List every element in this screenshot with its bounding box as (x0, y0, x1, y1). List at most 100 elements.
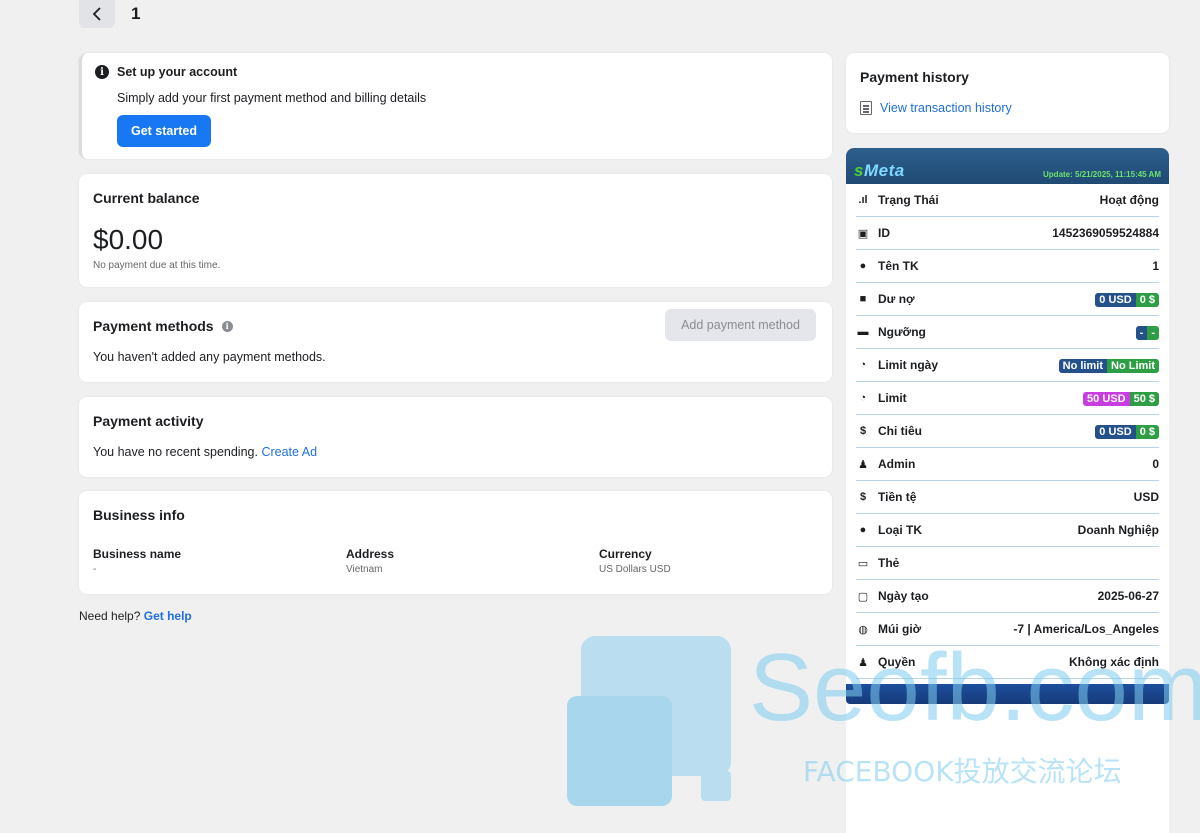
setup-header: i Set up your account (95, 65, 237, 79)
watermark-logo-shape (567, 696, 672, 806)
address-column: Address Vietnam (346, 547, 394, 575)
payment-history-card: Payment history View transaction history (846, 53, 1169, 133)
smeta-rows: .ıl Trạng Thái Hoạt động ▣ ID 145236905952488… (846, 184, 1169, 679)
activity-message: You have no recent spending. (93, 445, 258, 459)
help-text: Need help? Get help (79, 609, 192, 623)
business-title: Business info (93, 507, 185, 523)
setup-account-card: i Set up your account Simply add your fi… (79, 53, 832, 159)
smeta-row-label: ♟ Quyền (856, 655, 915, 669)
smeta-row-label: ▬ Ngưỡng (856, 325, 926, 339)
smeta-row-label: ◍ Múi giờ (856, 622, 921, 636)
currency-value: US Dollars USD (599, 564, 671, 575)
business-name-value: - (93, 564, 97, 575)
gauge-icon: ◔ (859, 359, 867, 371)
pill-right: 0 $ (1135, 292, 1159, 307)
top-bar: 1 (79, 0, 140, 28)
smeta-row: ▬ Ngưỡng - - (856, 316, 1159, 349)
smeta-row: $ Chi tiêu 0 USD 0 $ (856, 415, 1159, 448)
methods-header: Payment methods i (93, 318, 233, 334)
pill-left: 0 USD (1095, 424, 1136, 439)
user-icon: ● (859, 260, 867, 272)
smeta-row-label: ● Tên TK (856, 259, 919, 273)
wallet-icon: ■ (859, 293, 867, 305)
smeta-panel: sMeta Update: 5/21/2025, 11:15:45 AM .ıl… (846, 148, 1169, 833)
smeta-row: ◍ Múi giờ -7 | America/Los_Angeles (856, 613, 1159, 646)
back-button[interactable] (79, 0, 115, 28)
smeta-row-label: .ıl Trạng Thái (856, 193, 939, 207)
create-ad-link[interactable]: Create Ad (261, 445, 317, 459)
pill-left: No limit (1058, 358, 1107, 373)
methods-title: Payment methods (93, 318, 214, 334)
smeta-row-value: Hoạt động (1099, 193, 1159, 207)
business-name-column: Business name - (93, 547, 181, 575)
get-started-button[interactable]: Get started (117, 115, 211, 147)
balance-amount: $0.00 (93, 224, 164, 255)
smeta-label-text: Ngưỡng (878, 325, 926, 339)
bar-icon: ▬ (857, 326, 869, 338)
address-value: Vietnam (346, 564, 383, 575)
smeta-row-label: $ Tiền tệ (856, 490, 917, 504)
gauge-icon: ◔ (859, 392, 867, 404)
document-icon (860, 101, 872, 115)
watermark-logo-shape (701, 771, 731, 801)
view-transaction-history-link[interactable]: View transaction history (860, 101, 1012, 115)
smeta-row-value: 1452369059524884 (1052, 226, 1159, 240)
smeta-row-value: Không xác định (1069, 655, 1159, 669)
smeta-row-value: No limit No Limit (1058, 358, 1159, 373)
smeta-label-text: Tiền tệ (878, 490, 917, 504)
balance-title: Current balance (93, 190, 200, 206)
admin-icon: ♟ (858, 458, 868, 471)
smeta-bottom-bar (846, 684, 1169, 704)
methods-empty-text: You haven't added any payment methods. (93, 350, 326, 364)
payment-activity-card: Payment activity You have no recent spen… (79, 397, 832, 477)
add-payment-method-button[interactable]: Add payment method (665, 309, 816, 341)
smeta-label-text: Múi giờ (878, 622, 922, 636)
smeta-row: ● Tên TK 1 (856, 250, 1159, 283)
activity-title: Payment activity (93, 413, 204, 429)
smeta-label-text: Dư nợ (878, 292, 915, 306)
user-icon: ● (859, 524, 867, 536)
info-icon[interactable]: i (221, 320, 233, 332)
smeta-row-label: ▣ ID (856, 226, 890, 240)
smeta-row-label: ◔ Limit (856, 391, 907, 405)
smeta-row: ▢ Ngày tạo 2025-06-27 (856, 580, 1159, 613)
smeta-update-time: Update: 5/21/2025, 11:15:45 AM (1043, 170, 1161, 179)
smeta-row: $ Tiền tệ USD (856, 481, 1159, 514)
smeta-logo: sMeta (854, 161, 905, 180)
history-link-text[interactable]: View transaction history (880, 101, 1012, 115)
address-label: Address (346, 547, 395, 561)
smeta-row-value: 0 (1152, 457, 1159, 471)
smeta-row-label: ◔ Limit ngày (856, 358, 938, 372)
smeta-label-text: Admin (878, 457, 916, 471)
smeta-row-label: ▢ Ngày tạo (856, 589, 929, 603)
smeta-row-value: 50 USD 50 $ (1083, 391, 1159, 406)
payment-methods-card: Payment methods i Add payment method You… (79, 302, 832, 382)
smeta-label-text: Chi tiêu (878, 424, 922, 438)
smeta-header: sMeta Update: 5/21/2025, 11:15:45 AM (846, 148, 1169, 184)
smeta-row: ■ Dư nợ 0 USD 0 $ (856, 283, 1159, 316)
smeta-row-value: 2025-06-27 (1097, 589, 1159, 603)
setup-description: Simply add your first payment method and… (117, 91, 427, 105)
value-pill: 0 USD 0 $ (1095, 424, 1159, 439)
currency-label: Currency (599, 547, 652, 561)
smeta-row-label: $ Chi tiêu (856, 424, 922, 438)
pill-right: No Limit (1107, 358, 1159, 373)
smeta-row-label: ■ Dư nợ (856, 292, 915, 306)
get-help-link[interactable]: Get help (144, 609, 192, 623)
pill-left: 50 USD (1083, 391, 1130, 406)
smeta-label-text: Trạng Thái (878, 193, 939, 207)
smeta-row-value: -7 | America/Los_Angeles (1013, 622, 1159, 636)
smeta-row: ▣ ID 1452369059524884 (856, 217, 1159, 250)
value-pill: 50 USD 50 $ (1083, 391, 1159, 406)
pill-left: 0 USD (1095, 292, 1136, 307)
calendar-icon: ▢ (857, 590, 869, 603)
smeta-label-text: Limit (878, 391, 907, 405)
smeta-label-text: Tên TK (878, 259, 919, 273)
pill-right: 0 $ (1135, 424, 1159, 439)
smeta-row: ● Loại TK Doanh Nghiệp (856, 514, 1159, 547)
current-balance-card: Current balance $0.00 No payment due at … (79, 174, 832, 287)
id-card-icon: ▣ (857, 227, 869, 240)
dollar-icon: $ (859, 425, 867, 437)
smeta-row-label: ● Loại TK (856, 523, 922, 537)
smeta-row: ♟ Quyền Không xác định (856, 646, 1159, 679)
